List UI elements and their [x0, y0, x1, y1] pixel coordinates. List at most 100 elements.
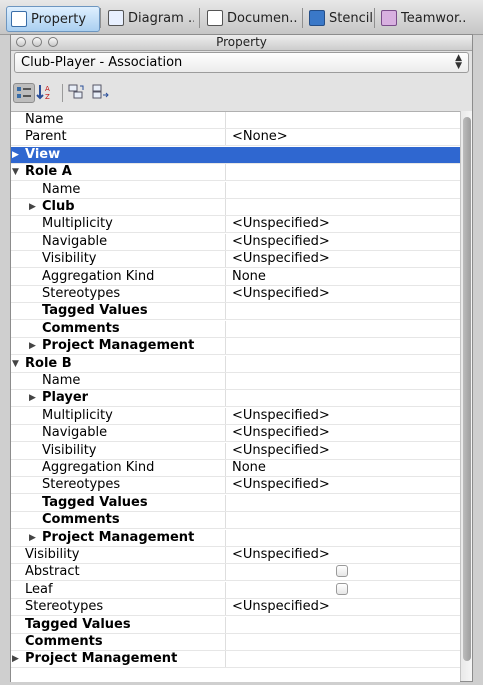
vertical-scrollbar[interactable]	[460, 111, 472, 681]
sort-alphabetical-button[interactable]: A Z	[35, 83, 57, 103]
property-name: Stereotypes	[42, 477, 121, 492]
expand-all-button[interactable]	[67, 83, 89, 103]
stencil-star-icon	[309, 10, 325, 26]
property-name: Comments	[25, 634, 103, 649]
property-row[interactable]: Stereotypes <Unspecified>	[11, 477, 460, 494]
property-value[interactable]: <Unspecified>	[232, 234, 330, 250]
property-row[interactable]: Tagged Values	[11, 303, 460, 320]
sort-alphabetical-icon: A Z	[36, 85, 50, 101]
property-row[interactable]: Aggregation Kind None	[11, 460, 460, 477]
column-divider	[225, 338, 226, 354]
diagram-icon	[108, 10, 124, 26]
column-divider	[225, 477, 226, 493]
property-row[interactable]: Comments	[11, 512, 460, 529]
property-row[interactable]: Multiplicity <Unspecified>	[11, 408, 460, 425]
property-name: Name	[42, 373, 81, 388]
property-row[interactable]: Tagged Values	[11, 617, 460, 634]
property-row[interactable]: ▶ Project Management	[11, 338, 460, 355]
column-divider	[225, 617, 226, 633]
property-value[interactable]: <Unspecified>	[232, 443, 330, 459]
property-checkbox[interactable]	[336, 565, 348, 577]
property-checkbox[interactable]	[336, 583, 348, 595]
tab-document[interactable]: Documen..	[203, 6, 297, 30]
property-row[interactable]: Name	[11, 373, 460, 390]
property-row[interactable]: Name	[11, 112, 460, 129]
tab-diagram[interactable]: Diagram ..	[104, 6, 194, 30]
property-value[interactable]: <Unspecified>	[232, 216, 330, 232]
svg-text:Z: Z	[45, 93, 50, 101]
property-name: Project Management	[42, 530, 195, 545]
property-row[interactable]: Parent <None>	[11, 129, 460, 146]
property-name: Visibility	[42, 443, 97, 458]
property-name: Navigable	[42, 234, 108, 249]
column-divider	[225, 547, 226, 563]
column-divider	[225, 303, 226, 319]
collapse-all-button[interactable]	[91, 83, 113, 103]
property-row[interactable]: ▼ Role B	[11, 356, 460, 373]
property-row[interactable]: ▶ View	[11, 147, 460, 164]
expand-all-icon	[68, 84, 84, 99]
property-row[interactable]: ▶ Project Management	[11, 530, 460, 547]
property-value[interactable]: <None>	[232, 129, 288, 145]
tab-stencil[interactable]: Stencil	[305, 6, 373, 30]
window-titlebar[interactable]: Property	[11, 35, 472, 51]
column-divider	[225, 495, 226, 511]
property-value[interactable]: <Unspecified>	[232, 547, 330, 563]
property-name: Role A	[25, 164, 72, 179]
property-value[interactable]: None	[232, 269, 266, 285]
property-row[interactable]: Visibility <Unspecified>	[11, 443, 460, 460]
property-name: Abstract	[25, 564, 80, 579]
property-row[interactable]: Visibility <Unspecified>	[11, 547, 460, 564]
property-name: Comments	[42, 512, 120, 527]
property-row[interactable]: Name	[11, 182, 460, 199]
column-divider	[225, 443, 226, 459]
property-row[interactable]: Comments	[11, 634, 460, 651]
tab-label: Diagram ..	[128, 10, 194, 26]
column-divider	[225, 164, 226, 180]
property-value[interactable]: None	[232, 460, 266, 476]
column-divider	[225, 216, 226, 232]
property-name: Project Management	[42, 338, 195, 353]
categorized-view-button[interactable]	[13, 83, 35, 103]
svg-text:A: A	[45, 85, 50, 93]
teamwork-folder-icon	[381, 10, 397, 26]
property-row[interactable]: ▼ Role A	[11, 164, 460, 181]
tab-label: Property	[31, 11, 87, 27]
property-value[interactable]: <Unspecified>	[232, 477, 330, 493]
tab-label: Documen..	[227, 10, 297, 26]
property-value[interactable]: <Unspecified>	[232, 408, 330, 424]
window-title: Property	[216, 35, 267, 49]
property-row[interactable]: Abstract	[11, 564, 460, 581]
property-row[interactable]: Aggregation Kind None	[11, 269, 460, 286]
property-row[interactable]: Navigable <Unspecified>	[11, 234, 460, 251]
property-name: Role B	[25, 356, 72, 371]
column-divider	[225, 425, 226, 441]
property-name: Navigable	[42, 425, 108, 440]
property-name: Tagged Values	[42, 495, 148, 510]
property-row[interactable]: Multiplicity <Unspecified>	[11, 216, 460, 233]
property-row[interactable]: ▶ Player	[11, 390, 460, 407]
column-divider	[225, 599, 226, 615]
collapse-all-icon	[92, 84, 109, 99]
property-row[interactable]: Stereotypes <Unspecified>	[11, 599, 460, 616]
property-row[interactable]: ▶ Project Management	[11, 651, 460, 668]
property-row[interactable]: Navigable <Unspecified>	[11, 425, 460, 442]
property-row[interactable]: Visibility <Unspecified>	[11, 251, 460, 268]
property-row[interactable]: Leaf	[11, 582, 460, 599]
property-row[interactable]: Comments	[11, 321, 460, 338]
tab-teamwork[interactable]: Teamwor..	[377, 6, 481, 30]
property-value[interactable]: <Unspecified>	[232, 425, 330, 441]
tab-property[interactable]: Property	[6, 6, 100, 32]
property-value[interactable]: <Unspecified>	[232, 286, 330, 302]
column-divider	[225, 408, 226, 424]
model-element-selector[interactable]: Club-Player - Association ▲ ▼	[14, 52, 469, 73]
property-row[interactable]: Stereotypes <Unspecified>	[11, 286, 460, 303]
property-value[interactable]: <Unspecified>	[232, 599, 330, 615]
property-value[interactable]: <Unspecified>	[232, 251, 330, 267]
updown-arrows-icon: ▲ ▼	[455, 53, 462, 71]
property-row[interactable]: ▶ Club	[11, 199, 460, 216]
column-divider	[225, 390, 226, 406]
property-toolbar: A Z	[11, 79, 472, 105]
property-row[interactable]: Tagged Values	[11, 495, 460, 512]
scrollbar-thumb[interactable]	[463, 117, 471, 661]
